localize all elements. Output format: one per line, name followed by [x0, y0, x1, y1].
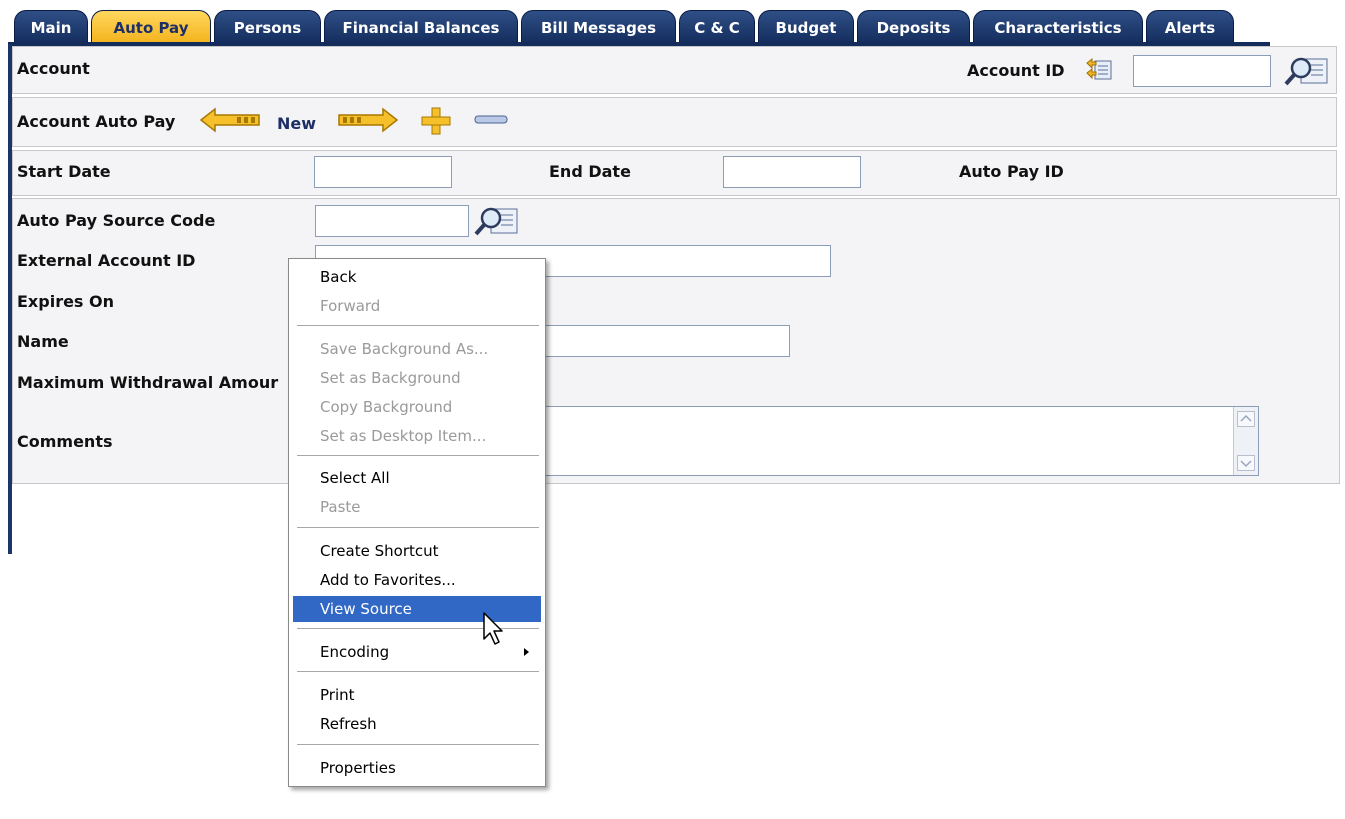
name-label: Name [17, 332, 69, 351]
menu-separator [297, 455, 539, 457]
menu-item-copy-background[interactable]: Copy Background [293, 394, 541, 420]
tab-bill-messages[interactable]: Bill Messages [521, 10, 676, 44]
context-menu: Back Forward Save Background As... Set a… [288, 258, 546, 787]
tab-bar: Main Auto Pay Persons Financial Balances… [8, 0, 1270, 44]
menu-item-refresh[interactable]: Refresh [293, 711, 541, 737]
menu-item-forward[interactable]: Forward [293, 293, 541, 319]
account-context-icon[interactable] [1085, 57, 1115, 83]
tab-c-and-c[interactable]: C & C [679, 10, 755, 44]
menu-separator [297, 744, 539, 746]
auto-pay-source-code-label: Auto Pay Source Code [17, 211, 216, 230]
tab-financial-balances[interactable]: Financial Balances [324, 10, 518, 44]
submenu-arrow-icon [524, 648, 529, 656]
previous-arrow-icon[interactable] [199, 106, 263, 134]
tab-auto-pay[interactable]: Auto Pay [91, 10, 211, 44]
search-icon[interactable] [1283, 53, 1331, 89]
account-id-input[interactable] [1133, 55, 1271, 87]
account-panel: Account Account ID [12, 46, 1337, 94]
menu-separator [297, 325, 539, 327]
tab-characteristics[interactable]: Characteristics [973, 10, 1143, 44]
mouse-cursor-icon [483, 612, 503, 645]
menu-item-save-background-as[interactable]: Save Background As... [293, 336, 541, 362]
scroll-up-icon[interactable] [1237, 411, 1255, 427]
scroll-down-icon[interactable] [1237, 455, 1255, 471]
start-date-input[interactable] [314, 156, 452, 188]
maximum-withdrawal-amount-label: Maximum Withdrawal Amour [17, 373, 279, 392]
end-date-input[interactable] [723, 156, 861, 188]
comments-scrollbar[interactable] [1233, 407, 1258, 475]
add-plus-icon[interactable] [419, 106, 453, 136]
menu-item-create-shortcut[interactable]: Create Shortcut [293, 538, 541, 564]
comments-label: Comments [17, 432, 113, 451]
auto-pay-source-code-input[interactable] [315, 205, 469, 237]
tab-persons[interactable]: Persons [214, 10, 321, 44]
menu-item-set-as-desktop-item[interactable]: Set as Desktop Item... [293, 423, 541, 449]
remove-minus-icon[interactable] [473, 114, 509, 126]
tab-main[interactable]: Main [14, 10, 88, 44]
end-date-label: End Date [549, 162, 631, 181]
menu-item-set-as-background[interactable]: Set as Background [293, 365, 541, 391]
new-link[interactable]: New [277, 114, 316, 133]
menu-separator [297, 527, 539, 529]
account-auto-pay-label: Account Auto Pay [17, 112, 176, 131]
start-date-label: Start Date [17, 162, 111, 181]
menu-item-back[interactable]: Back [293, 264, 541, 290]
menu-separator [297, 671, 539, 673]
menu-item-paste[interactable]: Paste [293, 494, 541, 520]
expires-on-label: Expires On [17, 292, 115, 311]
autopay-nav-panel: Account Auto Pay New [12, 97, 1337, 147]
menu-item-print[interactable]: Print [293, 682, 541, 708]
tab-alerts[interactable]: Alerts [1146, 10, 1234, 44]
auto-pay-id-label: Auto Pay ID [959, 162, 1064, 181]
menu-item-add-to-favorites[interactable]: Add to Favorites... [293, 567, 541, 593]
menu-item-properties[interactable]: Properties [293, 755, 541, 781]
source-code-search-icon[interactable] [473, 203, 521, 239]
next-arrow-icon[interactable] [335, 106, 399, 134]
dates-panel: Start Date End Date Auto Pay ID [12, 150, 1337, 196]
menu-item-select-all[interactable]: Select All [293, 465, 541, 491]
tab-deposits[interactable]: Deposits [857, 10, 970, 44]
menu-item-encoding-label: Encoding [320, 643, 390, 661]
account-label: Account [17, 59, 90, 78]
autopay-form-panel: Auto Pay Source Code External Account ID… [12, 198, 1340, 484]
account-id-label: Account ID [967, 61, 1065, 80]
external-account-id-label: External Account ID [17, 251, 196, 270]
tab-budget[interactable]: Budget [758, 10, 854, 44]
